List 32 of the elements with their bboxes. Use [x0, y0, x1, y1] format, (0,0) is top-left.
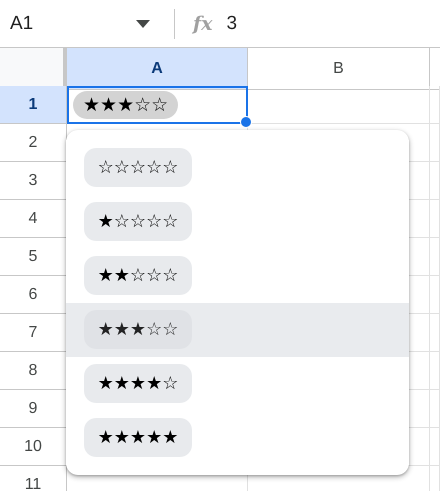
- grid-cell[interactable]: [430, 390, 440, 428]
- row-header[interactable]: 1: [0, 86, 67, 124]
- dropdown-option[interactable]: ★☆☆☆☆: [66, 194, 409, 248]
- grid-cell[interactable]: [430, 428, 440, 466]
- dropdown-option[interactable]: ★★★★★: [66, 410, 409, 466]
- grid-cell[interactable]: [430, 200, 440, 238]
- grid-cell[interactable]: [430, 86, 440, 124]
- grid-cell[interactable]: [430, 124, 440, 162]
- dropdown-option[interactable]: ☆☆☆☆☆: [66, 140, 409, 194]
- grid-cell[interactable]: [430, 238, 440, 276]
- rating-chip: ★★★☆☆: [84, 310, 192, 350]
- fill-handle[interactable]: [240, 116, 252, 128]
- grid-cell[interactable]: [430, 314, 440, 352]
- column-header[interactable]: A: [67, 48, 248, 90]
- grid-cell[interactable]: [430, 276, 440, 314]
- column-header[interactable]: B: [248, 48, 430, 90]
- grid-cell[interactable]: [430, 162, 440, 200]
- grid-cell[interactable]: [430, 352, 440, 390]
- name-box[interactable]: A1: [10, 12, 34, 34]
- dropdown-caret-icon[interactable]: [136, 20, 150, 28]
- dropdown-option[interactable]: ★★★★☆: [66, 356, 409, 411]
- row-header[interactable]: 2: [0, 124, 67, 162]
- formula-value[interactable]: 3: [226, 12, 238, 34]
- dropdown-option[interactable]: ★★★☆☆: [66, 302, 409, 357]
- rating-chip: ★★☆☆☆: [84, 256, 192, 295]
- dropdown-option[interactable]: ★★☆☆☆: [66, 248, 409, 303]
- formula-icon: fx: [193, 12, 213, 34]
- rating-chip: ☆☆☆☆☆: [84, 148, 192, 187]
- rating-chip: ★★★★★: [84, 418, 192, 458]
- rating-chip: ★★★★☆: [84, 364, 192, 404]
- rating-chip: ★☆☆☆☆: [84, 202, 192, 241]
- rating-chip[interactable]: ★★★☆☆: [73, 91, 178, 119]
